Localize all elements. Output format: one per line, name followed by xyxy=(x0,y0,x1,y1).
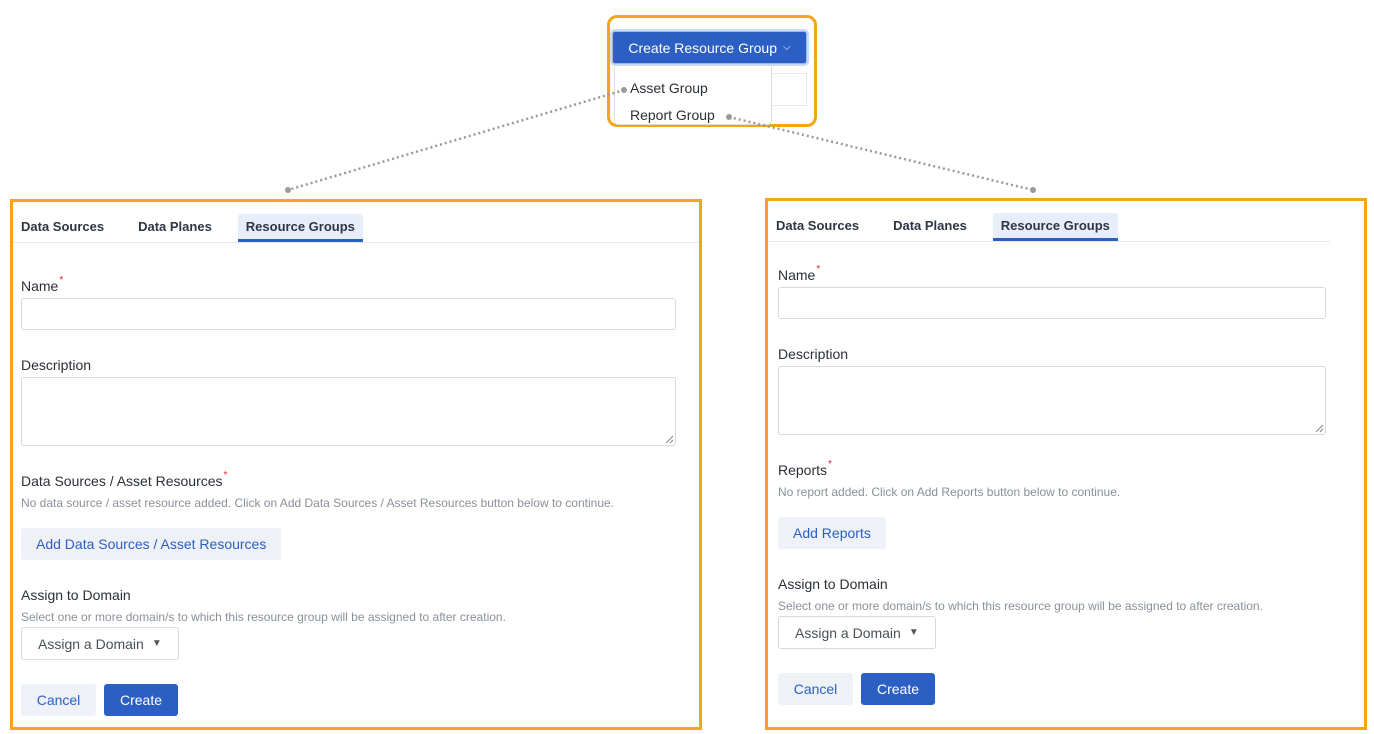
tab-data-sources[interactable]: Data Sources xyxy=(768,213,867,241)
name-label-text: Name xyxy=(778,267,816,283)
caret-down-icon: ▼ xyxy=(151,638,162,649)
assign-domain-select[interactable]: Assign a Domain ▼ xyxy=(778,616,936,649)
assign-domain-value: Assign a Domain xyxy=(38,635,144,652)
cancel-button[interactable]: Cancel xyxy=(21,684,96,716)
required-marker: * xyxy=(223,470,228,481)
background-table-cell xyxy=(771,73,807,106)
report-group-form-panel: Data Sources Data Planes Resource Groups… xyxy=(765,198,1367,730)
required-marker: * xyxy=(59,275,64,286)
cancel-button[interactable]: Cancel xyxy=(778,673,853,705)
create-button[interactable]: Create xyxy=(104,684,178,716)
asset-group-form-panel: Data Sources Data Planes Resource Groups… xyxy=(10,199,702,730)
reports-hint: No report added. Click on Add Reports bu… xyxy=(778,485,1121,499)
name-label: Name* xyxy=(21,275,64,294)
name-input[interactable] xyxy=(21,298,676,330)
menu-item-asset-group[interactable]: Asset Group xyxy=(630,80,708,96)
required-marker: * xyxy=(816,264,821,275)
name-input[interactable] xyxy=(778,287,1326,319)
connector-report-group xyxy=(728,115,1034,192)
description-label: Description xyxy=(21,357,92,373)
tab-data-planes[interactable]: Data Planes xyxy=(130,214,220,242)
connector-dot xyxy=(1030,187,1036,193)
tab-resource-groups[interactable]: Resource Groups xyxy=(992,213,1118,241)
description-label: Description xyxy=(778,346,849,362)
assign-domain-label: Assign to Domain xyxy=(21,587,131,603)
create-resource-group-label: Create Resource Group xyxy=(628,39,778,56)
description-textarea[interactable] xyxy=(778,366,1326,435)
chevron-down-icon: ⌵ xyxy=(783,41,791,53)
required-marker: * xyxy=(828,459,832,470)
resize-grip-icon[interactable] xyxy=(1315,424,1324,433)
resources-label: Data Sources / Asset Resources* xyxy=(21,470,228,489)
add-reports-button[interactable]: Add Reports xyxy=(778,517,886,549)
reports-label: Reports* xyxy=(778,459,832,478)
tab-data-planes[interactable]: Data Planes xyxy=(885,213,975,241)
name-label: Name* xyxy=(778,264,821,283)
assign-domain-label: Assign to Domain xyxy=(778,576,888,592)
resources-label-text: Data Sources / Asset Resources xyxy=(21,473,223,489)
create-resource-group-menu: Asset Group Report Group xyxy=(614,67,772,125)
resources-hint: No data source / asset resource added. C… xyxy=(21,496,615,510)
tab-resource-groups[interactable]: Resource Groups xyxy=(237,214,363,242)
description-textarea[interactable] xyxy=(21,377,676,446)
resize-grip-icon[interactable] xyxy=(665,435,674,444)
menu-item-report-group[interactable]: Report Group xyxy=(630,107,715,123)
reports-label-text: Reports xyxy=(778,462,828,478)
assign-domain-value: Assign a Domain xyxy=(795,624,901,641)
assign-domain-select[interactable]: Assign a Domain ▼ xyxy=(21,627,179,660)
name-label-text: Name xyxy=(21,278,59,294)
connector-dot xyxy=(285,187,291,193)
tab-bar: Data Sources Data Planes Resource Groups xyxy=(768,213,1330,242)
caret-down-icon: ▼ xyxy=(908,627,919,638)
assign-domain-hint: Select one or more domain/s to which thi… xyxy=(21,610,506,624)
create-button[interactable]: Create xyxy=(861,673,935,705)
create-resource-group-button[interactable]: Create Resource Group ⌵ xyxy=(612,31,807,64)
assign-domain-hint: Select one or more domain/s to which thi… xyxy=(778,599,1263,613)
add-data-sources-button[interactable]: Add Data Sources / Asset Resources xyxy=(21,528,282,560)
tab-data-sources[interactable]: Data Sources xyxy=(13,214,112,242)
connector-asset-group xyxy=(287,88,625,192)
tab-bar: Data Sources Data Planes Resource Groups xyxy=(13,214,699,243)
